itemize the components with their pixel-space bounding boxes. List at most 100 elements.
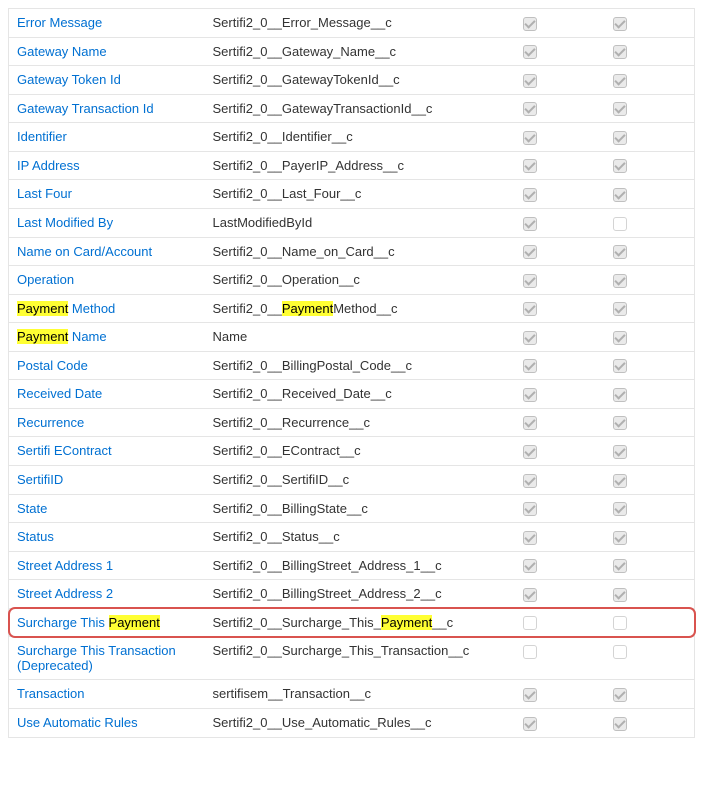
checkbox-cell-1 xyxy=(515,523,605,552)
checkbox-col1 xyxy=(523,388,537,402)
field-label-link[interactable]: Identifier xyxy=(17,129,67,144)
checkbox-col1[interactable] xyxy=(523,645,537,659)
field-api-name: Sertifi2_0__GatewayTransactionId__c xyxy=(213,101,433,116)
field-api-cell: Sertifi2_0__Last_Four__c xyxy=(205,180,515,209)
field-api-cell: Sertifi2_0__Identifier__c xyxy=(205,123,515,152)
field-api-cell: Sertifi2_0__BillingPostal_Code__c xyxy=(205,351,515,380)
checkbox-cell-1 xyxy=(515,608,605,637)
checkbox-col2 xyxy=(613,131,627,145)
checkbox-cell-2 xyxy=(605,94,695,123)
checkbox-col2[interactable] xyxy=(613,616,627,630)
field-label-link[interactable]: Use Automatic Rules xyxy=(17,715,138,730)
field-api-name: Sertifi2_0__PaymentMethod__c xyxy=(213,301,398,316)
field-label-link[interactable]: Payment Name xyxy=(17,329,107,344)
checkbox-col2[interactable] xyxy=(613,645,627,659)
field-api-name: Sertifi2_0__Surcharge_This_Payment__c xyxy=(213,615,454,630)
field-label-link[interactable]: Street Address 2 xyxy=(17,586,113,601)
field-label-link[interactable]: Operation xyxy=(17,272,74,287)
checkbox-col1 xyxy=(523,359,537,373)
checkbox-cell-1 xyxy=(515,380,605,409)
checkbox-col1 xyxy=(523,559,537,573)
field-api-cell: Sertifi2_0__Use_Automatic_Rules__c xyxy=(205,708,515,737)
field-api-cell: Sertifi2_0__Error_Message__c xyxy=(205,9,515,38)
field-api-cell: Sertifi2_0__Name_on_Card__c xyxy=(205,237,515,266)
table-row: Gateway NameSertifi2_0__Gateway_Name__c xyxy=(9,37,695,66)
checkbox-cell-1 xyxy=(515,151,605,180)
checkbox-cell-2 xyxy=(605,266,695,295)
checkbox-col1[interactable] xyxy=(523,616,537,630)
checkbox-col1 xyxy=(523,274,537,288)
checkbox-col2 xyxy=(613,45,627,59)
checkbox-col1 xyxy=(523,45,537,59)
field-api-name: Sertifi2_0__BillingStreet_Address_1__c xyxy=(213,558,442,573)
field-label-cell: State xyxy=(9,494,205,523)
checkbox-cell-2 xyxy=(605,37,695,66)
checkbox-col2 xyxy=(613,388,627,402)
checkbox-cell-1 xyxy=(515,208,605,237)
field-label-link[interactable]: Surcharge This Transaction (Deprecated) xyxy=(17,643,176,673)
checkbox-col1 xyxy=(523,131,537,145)
field-label-cell: Surcharge This Transaction (Deprecated) xyxy=(9,637,205,680)
field-label-link[interactable]: Street Address 1 xyxy=(17,558,113,573)
checkbox-cell-2 xyxy=(605,466,695,495)
checkbox-col2 xyxy=(613,474,627,488)
search-highlight: Payment xyxy=(282,301,333,316)
table-row: SertifiIDSertifi2_0__SertifiID__c xyxy=(9,466,695,495)
field-api-name: Sertifi2_0__Last_Four__c xyxy=(213,186,362,201)
checkbox-cell-1 xyxy=(515,37,605,66)
field-label-link[interactable]: Last Four xyxy=(17,186,72,201)
field-label-link[interactable]: Gateway Transaction Id xyxy=(17,101,154,116)
field-label-link[interactable]: Last Modified By xyxy=(17,215,113,230)
field-label-cell: Gateway Name xyxy=(9,37,205,66)
field-api-name: sertifisem__Transaction__c xyxy=(213,686,371,701)
checkbox-col1 xyxy=(523,688,537,702)
field-api-cell: Sertifi2_0__BillingState__c xyxy=(205,494,515,523)
checkbox-col2 xyxy=(613,159,627,173)
checkbox-cell-1 xyxy=(515,494,605,523)
checkbox-col2 xyxy=(613,688,627,702)
field-api-cell: Name xyxy=(205,323,515,352)
field-label-cell: Identifier xyxy=(9,123,205,152)
checkbox-cell-1 xyxy=(515,266,605,295)
checkbox-cell-1 xyxy=(515,466,605,495)
field-label-link[interactable]: State xyxy=(17,501,47,516)
field-label-link[interactable]: Gateway Token Id xyxy=(17,72,121,87)
field-label-link[interactable]: Gateway Name xyxy=(17,44,107,59)
table-row: Street Address 1 Sertifi2_0__BillingStree… xyxy=(9,551,695,580)
checkbox-cell-1 xyxy=(515,351,605,380)
field-label-cell: SertifiID xyxy=(9,466,205,495)
checkbox-col2 xyxy=(613,331,627,345)
field-label-link[interactable]: Name on Card/Account xyxy=(17,244,152,259)
field-label-link[interactable]: Transaction xyxy=(17,686,84,701)
field-label-link[interactable]: Postal Code xyxy=(17,358,88,373)
field-label-link[interactable]: Status xyxy=(17,529,54,544)
field-label-link[interactable]: SertifiID xyxy=(17,472,63,487)
field-label-link[interactable]: Sertifi EContract xyxy=(17,443,112,458)
checkbox-col1 xyxy=(523,302,537,316)
field-api-name: Sertifi2_0__Received_Date__c xyxy=(213,386,392,401)
checkbox-col2[interactable] xyxy=(613,217,627,231)
checkbox-cell-2 xyxy=(605,408,695,437)
field-api-cell: Sertifi2_0__EContract__c xyxy=(205,437,515,466)
field-api-cell: Sertifi2_0__Received_Date__c xyxy=(205,380,515,409)
field-label-cell: Recurrence xyxy=(9,408,205,437)
field-api-cell: Sertifi2_0__PaymentMethod__c xyxy=(205,294,515,323)
checkbox-col2 xyxy=(613,502,627,516)
checkbox-col2 xyxy=(613,416,627,430)
field-label-link[interactable]: Recurrence xyxy=(17,415,84,430)
search-highlight: Payment xyxy=(17,329,68,344)
field-label-link[interactable]: Payment Method xyxy=(17,301,115,316)
search-highlight: Payment xyxy=(381,615,432,630)
field-label-cell: Use Automatic Rules xyxy=(9,708,205,737)
field-label-link[interactable]: IP Address xyxy=(17,158,80,173)
checkbox-cell-2 xyxy=(605,637,695,680)
table-row: Last Four Sertifi2_0__Last_Four__c xyxy=(9,180,695,209)
field-label-link[interactable]: Surcharge This Payment xyxy=(17,615,160,630)
field-label-link[interactable]: Received Date xyxy=(17,386,102,401)
field-label-link[interactable]: Error Message xyxy=(17,15,102,30)
field-label-cell: Status xyxy=(9,523,205,552)
field-api-cell: Sertifi2_0__GatewayTransactionId__c xyxy=(205,94,515,123)
field-api-name: LastModifiedById xyxy=(213,215,313,230)
checkbox-col2 xyxy=(613,74,627,88)
table-row: Surcharge This Payment Sertifi2_0__Surcha… xyxy=(9,608,695,637)
